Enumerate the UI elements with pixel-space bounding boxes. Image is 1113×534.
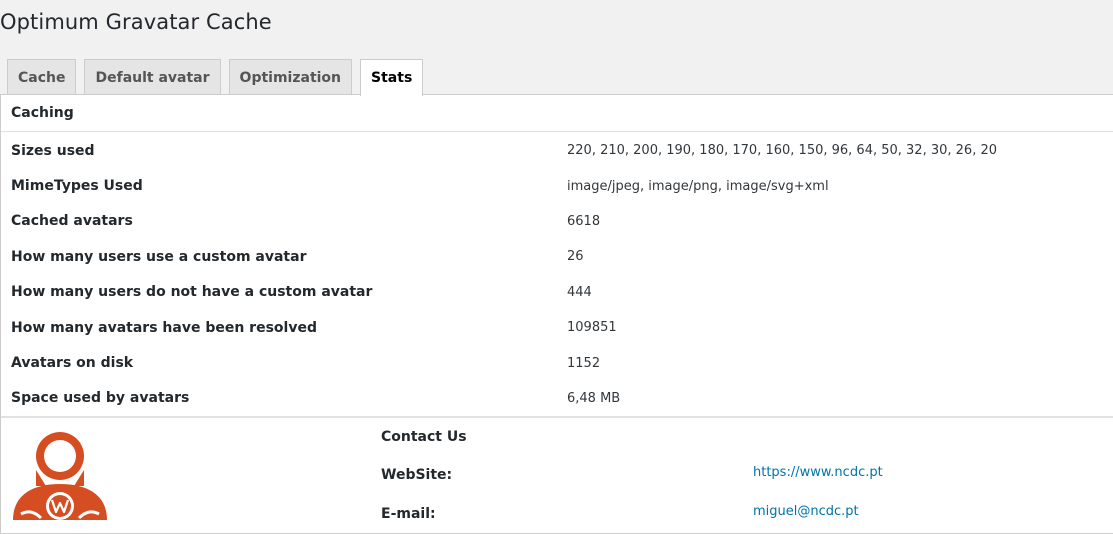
tab-stats[interactable]: Stats xyxy=(360,59,424,96)
stat-row-resolved-avatars: How many avatars have been resolved 1098… xyxy=(1,310,1113,345)
stat-label: Space used by avatars xyxy=(11,390,190,407)
stat-label: Sizes used xyxy=(11,142,95,159)
stat-value: image/jpeg, image/png, image/svg+xml xyxy=(567,178,829,194)
website-label: WebSite: xyxy=(381,467,453,483)
caching-stats-table: Sizes used 220, 210, 200, 190, 180, 170,… xyxy=(1,133,1113,416)
stat-row-mimetypes-used: MimeTypes Used image/jpeg, image/png, im… xyxy=(1,168,1113,203)
website-link[interactable]: https://www.ncdc.pt xyxy=(753,465,883,480)
stat-label: Avatars on disk xyxy=(11,355,134,372)
email-link[interactable]: miguel@ncdc.pt xyxy=(753,504,859,519)
stat-row-cached-avatars: Cached avatars 6618 xyxy=(1,204,1113,239)
stat-value: 6,48 MB xyxy=(567,390,621,406)
stat-value: 444 xyxy=(567,284,592,300)
tab-cache[interactable]: Cache xyxy=(7,59,77,95)
stat-row-custom-avatar-users: How many users use a custom avatar 26 xyxy=(1,239,1113,274)
tab-bar: Cache Default avatar Optimization Stats xyxy=(7,59,424,96)
stat-row-space-used: Space used by avatars 6,48 MB xyxy=(1,381,1113,416)
wordpress-avatar-logo-icon xyxy=(13,432,107,520)
stats-panel: Caching Sizes used 220, 210, 200, 190, 1… xyxy=(0,94,1113,534)
tab-optimization[interactable]: Optimization xyxy=(228,59,353,95)
stat-label: Cached avatars xyxy=(11,213,133,230)
stat-value: 220, 210, 200, 190, 180, 170, 160, 150, … xyxy=(567,143,998,159)
stat-value: 26 xyxy=(567,249,584,265)
stat-value: 6618 xyxy=(567,213,601,229)
caching-section-heading: Caching xyxy=(1,95,1113,132)
stat-value: 109851 xyxy=(567,320,617,336)
stat-row-sizes-used: Sizes used 220, 210, 200, 190, 180, 170,… xyxy=(1,133,1113,168)
stat-label: How many users do not have a custom avat… xyxy=(11,284,373,301)
section-divider xyxy=(1,416,1113,418)
contact-heading: Contact Us xyxy=(381,429,467,445)
stat-row-avatars-on-disk: Avatars on disk 1152 xyxy=(1,345,1113,380)
stat-row-no-custom-avatar-users: How many users do not have a custom avat… xyxy=(1,275,1113,310)
stat-label: How many avatars have been resolved xyxy=(11,319,317,336)
stat-label: How many users use a custom avatar xyxy=(11,248,307,265)
stat-value: 1152 xyxy=(567,355,601,371)
stat-label: MimeTypes Used xyxy=(11,178,143,195)
email-label: E-mail: xyxy=(381,506,436,522)
tab-default-avatar[interactable]: Default avatar xyxy=(84,59,221,95)
page-title: Optimum Gravatar Cache xyxy=(0,10,272,34)
